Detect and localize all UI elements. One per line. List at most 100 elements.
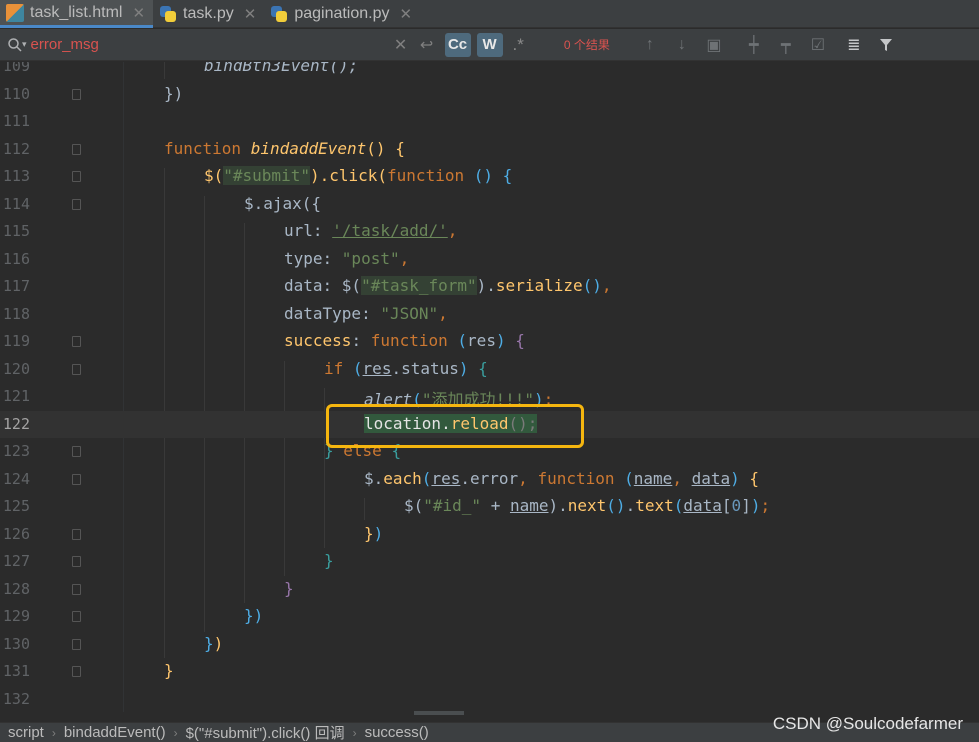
code-line[interactable]: 115 url: '/task/add/', (0, 218, 979, 246)
code-text: data: $("#task_form").serialize(), (284, 276, 612, 295)
match-case-toggle[interactable]: Cc (444, 32, 471, 57)
code-line[interactable]: 119 success: function (res) { (0, 328, 979, 356)
search-result-count: 0 个结果 (563, 38, 610, 52)
code-line[interactable]: 110 }) (0, 81, 979, 109)
line-number: 119 (2, 332, 30, 350)
tab-task-py[interactable]: task.py ✕ (153, 0, 264, 28)
fold-marker-icon[interactable] (72, 528, 81, 540)
code-line[interactable]: 116 type: "post", (0, 246, 979, 274)
code-text: success: function (res) { (284, 331, 525, 350)
fold-marker-icon[interactable] (72, 638, 81, 650)
code-line[interactable]: 130 }) (0, 631, 979, 659)
chevron-down-icon[interactable]: ▾ (22, 39, 27, 50)
code-text: } (164, 661, 174, 680)
line-number: 121 (2, 387, 30, 405)
code-line[interactable]: 118 dataType: "JSON", (0, 301, 979, 329)
tab-task-list-html[interactable]: task_list.html ✕ (0, 0, 154, 28)
code-line[interactable]: 131 } (0, 658, 979, 686)
close-icon[interactable]: ✕ (244, 5, 257, 23)
tab-label: task_list.html (30, 3, 123, 21)
code-line[interactable]: 120 if (res.status) { (0, 356, 979, 384)
remove-occurrence-icon[interactable]: ┯ (770, 35, 802, 55)
breadcrumb-item[interactable]: bindaddEvent() (56, 724, 174, 741)
tab-label: task.py (183, 5, 234, 22)
whole-words-toggle[interactable]: W (476, 32, 503, 57)
filter-options-icon[interactable]: ≣ (838, 35, 870, 55)
code-line[interactable]: 127 } (0, 548, 979, 576)
line-number: 111 (2, 112, 30, 130)
fold-marker-icon[interactable] (72, 446, 81, 457)
search-input[interactable] (30, 36, 381, 53)
line-number: 115 (2, 222, 30, 240)
line-number: 117 (2, 277, 30, 295)
python-file-icon (159, 5, 177, 23)
python-file-icon (270, 5, 288, 23)
add-occurrence-icon[interactable]: ┿ (738, 35, 770, 55)
history-icon[interactable]: ↩ (417, 35, 437, 55)
line-number: 128 (2, 579, 30, 598)
code-line[interactable]: 129 }) (0, 603, 979, 631)
filter-icon[interactable] (870, 38, 902, 52)
line-number: 109 (2, 62, 30, 75)
close-icon[interactable]: ✕ (400, 5, 413, 23)
fold-marker-icon[interactable] (72, 336, 81, 347)
html-file-icon (6, 3, 24, 22)
breadcrumb-item[interactable]: script (0, 724, 52, 741)
select-all-icon[interactable]: ☑ (802, 35, 834, 55)
fold-marker-icon[interactable] (72, 171, 81, 182)
code-text: $("#submit").click(function () { (204, 166, 513, 185)
line-number: 126 (2, 524, 30, 543)
code-text: }) (204, 633, 224, 653)
fold-marker-icon[interactable] (72, 198, 81, 210)
horizontal-scrollbar[interactable] (414, 711, 464, 715)
regex-toggle[interactable]: .* (513, 35, 524, 55)
code-text: $.ajax({ (244, 193, 322, 213)
annotation-highlight-box (326, 404, 584, 448)
fold-marker-icon[interactable] (72, 556, 81, 567)
code-text: url: '/task/add/', (284, 221, 458, 240)
tab-pagination-py[interactable]: pagination.py ✕ (264, 0, 420, 28)
line-number: 122 (2, 414, 30, 433)
clear-search-icon[interactable]: ✕ (391, 35, 411, 55)
code-text: }) (244, 606, 264, 625)
fold-marker-icon[interactable] (72, 363, 81, 375)
code-line[interactable]: 132 (0, 686, 979, 713)
code-line[interactable]: 125 $("#id_" + name).next().text(data[0]… (0, 493, 979, 521)
code-line[interactable]: 117 data: $("#task_form").serialize(), (0, 273, 979, 301)
fold-marker-icon[interactable] (72, 583, 81, 595)
line-number: 127 (2, 552, 30, 570)
code-text: type: "post", (284, 248, 410, 268)
line-number: 123 (2, 442, 30, 460)
code-line[interactable]: 113 $("#submit").click(function () { (0, 163, 979, 191)
arrow-up-icon[interactable]: ↑ (634, 36, 666, 54)
arrow-down-icon[interactable]: ↓ (666, 36, 698, 54)
line-number: 110 (2, 84, 30, 103)
code-line[interactable]: 124 $.each(res.error, function (name, da… (0, 466, 979, 494)
code-line[interactable]: 111 (0, 108, 979, 136)
code-text: dataType: "JSON", (284, 303, 448, 323)
code-line[interactable]: 112 function bindaddEvent() { (0, 136, 979, 164)
select-all-occurrences-icon[interactable]: ▣ (698, 35, 730, 55)
breadcrumb-item[interactable]: $("#submit").click() 回调 (178, 722, 353, 742)
line-number: 129 (2, 607, 30, 625)
code-line[interactable]: 114 $.ajax({ (0, 191, 979, 219)
code-line[interactable]: 126 }) (0, 521, 979, 549)
fold-marker-icon[interactable] (72, 143, 81, 155)
code-text: } (324, 551, 334, 570)
tab-label: pagination.py (294, 5, 390, 22)
fold-marker-icon[interactable] (72, 88, 81, 100)
fold-marker-icon[interactable] (72, 611, 81, 622)
code-text: }) (364, 523, 384, 543)
breadcrumb-item[interactable]: success() (357, 724, 437, 741)
code-editor[interactable]: 109 bindBtn3Event(); 110 }) 111 112 func… (0, 62, 979, 712)
code-line[interactable]: 128 } (0, 576, 979, 604)
line-number: 131 (2, 662, 30, 680)
fold-marker-icon[interactable] (72, 666, 81, 677)
code-text: } (284, 578, 294, 598)
line-number: 118 (2, 304, 30, 323)
code-line[interactable]: 109 bindBtn3Event(); (0, 62, 979, 81)
line-number: 113 (2, 167, 30, 185)
line-number: 112 (2, 139, 30, 158)
fold-marker-icon[interactable] (72, 473, 81, 485)
close-icon[interactable]: ✕ (132, 4, 145, 22)
